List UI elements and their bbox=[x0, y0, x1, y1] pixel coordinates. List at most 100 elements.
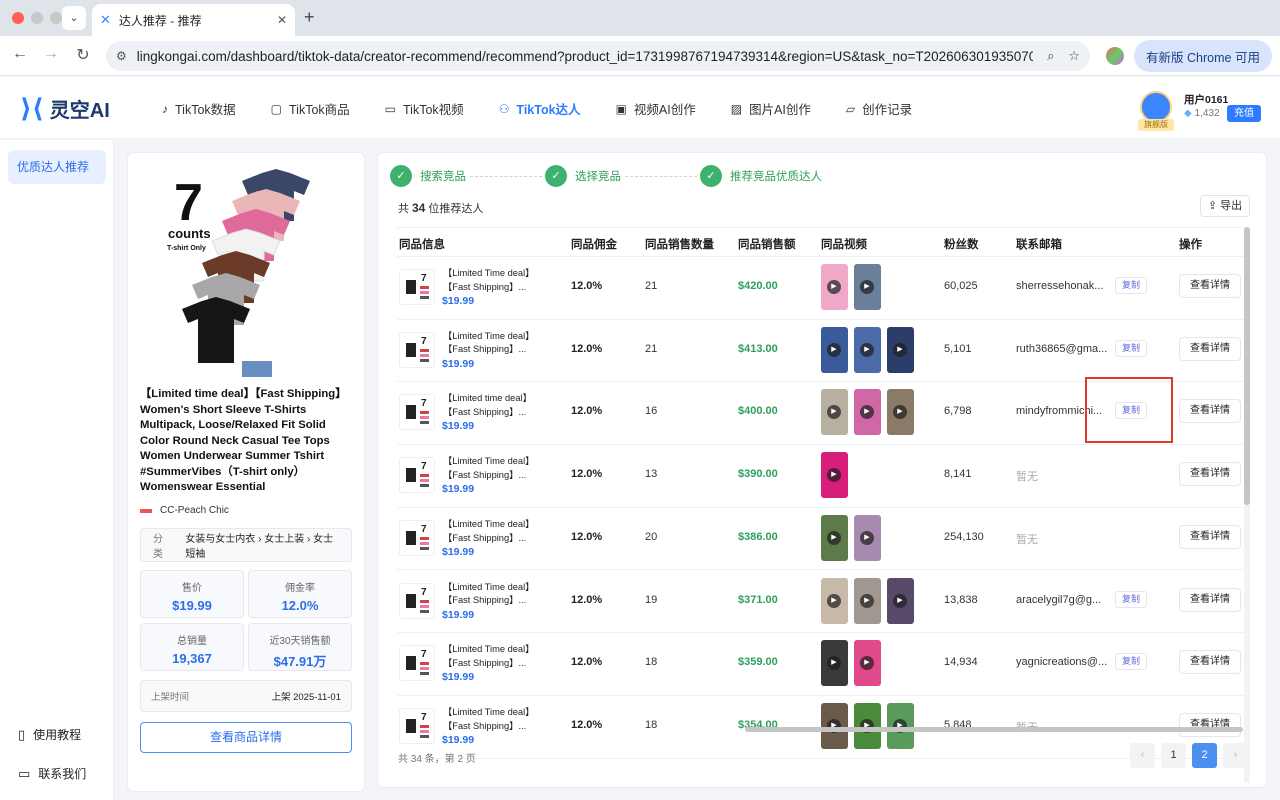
view-detail-button[interactable]: 查看详情 bbox=[1179, 524, 1241, 549]
product-thumbnail[interactable]: 7 bbox=[399, 582, 435, 619]
browser-tab[interactable]: ✕ 达人推荐 - 推荐 ✕ bbox=[92, 4, 295, 36]
nav-tiktok-products[interactable]: ▢ TikTok商品 bbox=[271, 99, 350, 118]
sidebar-item-tutorial[interactable]: ▯ 使用教程 bbox=[18, 726, 81, 743]
product-thumbnail[interactable]: 7 bbox=[399, 519, 435, 556]
bookmark-star-icon[interactable]: ☆ bbox=[1068, 48, 1080, 64]
video-thumbnail[interactable]: ▶ bbox=[821, 264, 848, 310]
copy-email-button[interactable]: 复制 bbox=[1115, 277, 1147, 294]
page-1-button[interactable]: 1 bbox=[1161, 743, 1186, 768]
view-detail-button[interactable]: 查看详情 bbox=[1179, 650, 1241, 675]
close-window-button[interactable] bbox=[12, 12, 24, 24]
view-detail-button[interactable]: 查看详情 bbox=[1179, 462, 1241, 487]
view-detail-button[interactable]: 查看详情 bbox=[1179, 587, 1241, 612]
minimize-window-button[interactable] bbox=[31, 12, 43, 24]
video-thumbnail[interactable]: ▶ bbox=[854, 326, 881, 373]
video-thumbnail[interactable]: ▶ bbox=[854, 264, 881, 310]
site-info-icon[interactable]: ⚙ bbox=[116, 49, 127, 63]
video-list: ▶ ▶ ▶ bbox=[821, 702, 920, 749]
view-detail-button[interactable]: 查看详情 bbox=[1179, 274, 1241, 298]
back-icon[interactable]: ← bbox=[9, 45, 31, 63]
video-thumbnail[interactable]: ▶ bbox=[821, 326, 848, 373]
table-row: 7 【Limited Time deal】 【Fast Shipping】...… bbox=[397, 319, 1245, 383]
product-thumbnail[interactable]: 7 bbox=[399, 269, 435, 305]
product-image: 7 counts T-shirt Only bbox=[167, 169, 310, 377]
view-detail-button[interactable]: 查看详情 bbox=[1179, 712, 1241, 737]
copy-email-button[interactable]: 复制 bbox=[1115, 339, 1147, 357]
video-thumbnail[interactable]: ▶ bbox=[854, 577, 881, 624]
scrollbar-thumb[interactable] bbox=[745, 727, 1243, 732]
forward-icon[interactable]: → bbox=[40, 45, 62, 63]
nav-tiktok-data[interactable]: ♪ TikTok数据 bbox=[162, 99, 236, 118]
address-bar[interactable]: ⚙ lingkongai.com/dashboard/tiktok-data/c… bbox=[106, 41, 1090, 71]
close-tab-icon[interactable]: ✕ bbox=[277, 13, 287, 27]
play-icon: ▶ bbox=[860, 342, 874, 357]
logo[interactable]: ⟩⟨ 灵空AI bbox=[20, 93, 110, 124]
nav-tiktok-videos[interactable]: ▭ TikTok视频 bbox=[385, 99, 464, 118]
view-detail-button[interactable]: 查看详情 bbox=[1179, 336, 1241, 361]
view-product-detail-button[interactable]: 查看商品详情 bbox=[140, 722, 352, 753]
video-list: ▶ ▶ ▶ bbox=[821, 326, 920, 373]
vertical-scrollbar[interactable] bbox=[1244, 227, 1250, 783]
tab-search-button[interactable]: ⌄ bbox=[62, 6, 86, 30]
nav-video-ai[interactable]: ▣ 视频AI创作 bbox=[616, 99, 696, 118]
product-name[interactable]: 【Limited time deal】 【Fast Shipping】... bbox=[443, 392, 541, 420]
copy-email-button[interactable]: 复制 bbox=[1115, 590, 1147, 608]
product-name-line2: 【Fast Shipping】... bbox=[443, 657, 527, 668]
nav-tiktok-creators[interactable]: ⚇ TikTok达人 bbox=[499, 99, 581, 118]
reload-icon[interactable]: ↻ bbox=[72, 45, 94, 65]
product-thumbnail[interactable]: 7 bbox=[399, 645, 435, 682]
sidebar-item-creator-recommend[interactable]: 优质达人推荐 bbox=[8, 150, 106, 184]
profile-avatar[interactable] bbox=[1106, 47, 1124, 65]
product-thumbnail[interactable]: 7 bbox=[399, 394, 435, 431]
commission-value: 12.0% bbox=[571, 656, 603, 669]
product-thumbnail[interactable]: 7 bbox=[399, 331, 435, 368]
prev-page-button[interactable]: ‹ bbox=[1130, 743, 1155, 768]
video-thumbnail[interactable]: ▶ bbox=[887, 389, 914, 436]
video-thumbnail[interactable]: ▶ bbox=[821, 514, 848, 561]
video-thumbnail[interactable]: ▶ bbox=[821, 702, 848, 749]
shop-name[interactable]: CC-Peach Chic bbox=[140, 505, 229, 516]
user-avatar[interactable]: 旗舰版 bbox=[1138, 91, 1174, 131]
new-tab-button[interactable]: + bbox=[304, 7, 315, 28]
nav-image-ai[interactable]: ▨ 图片AI创作 bbox=[731, 99, 811, 118]
page-2-button[interactable]: 2 bbox=[1192, 743, 1217, 768]
video-thumbnail[interactable]: ▶ bbox=[887, 702, 914, 749]
video-thumbnail[interactable]: ▶ bbox=[821, 389, 848, 436]
url-text[interactable]: lingkongai.com/dashboard/tiktok-data/cre… bbox=[137, 49, 1033, 64]
product-name[interactable]: 【Limited Time deal】 【Fast Shipping】... bbox=[443, 643, 541, 671]
highlight-box bbox=[1085, 377, 1173, 443]
export-button[interactable]: ⇪ 导出 bbox=[1200, 195, 1250, 217]
scrollbar-thumb[interactable] bbox=[1244, 227, 1250, 505]
video-thumbnail[interactable]: ▶ bbox=[821, 452, 848, 499]
next-page-button[interactable]: › bbox=[1223, 743, 1248, 768]
video-thumbnail[interactable]: ▶ bbox=[821, 640, 848, 687]
sidebar-item-label: 使用教程 bbox=[33, 728, 82, 742]
maximize-window-button[interactable] bbox=[50, 12, 62, 24]
zoom-icon[interactable]: ⌕ bbox=[1047, 48, 1054, 64]
chevron-down-icon: ⌄ bbox=[69, 12, 79, 24]
video-thumbnail[interactable]: ▶ bbox=[854, 702, 881, 749]
copy-email-button[interactable]: 复制 bbox=[1115, 653, 1147, 671]
product-thumbnail[interactable]: 7 bbox=[399, 457, 435, 494]
product-name[interactable]: 【Limited Time deal】 【Fast Shipping】... bbox=[443, 455, 541, 483]
video-thumbnail[interactable]: ▶ bbox=[821, 577, 848, 624]
sidebar-item-contact[interactable]: ▭ 联系我们 bbox=[18, 765, 86, 782]
user-points: ◆ 1,432 bbox=[1184, 108, 1220, 119]
product-name[interactable]: 【Limited Time deal】 【Fast Shipping】... bbox=[443, 330, 541, 358]
video-thumbnail[interactable]: ▶ bbox=[854, 389, 881, 436]
horizontal-scrollbar[interactable] bbox=[397, 727, 1245, 732]
video-thumbnail[interactable]: ▶ bbox=[854, 640, 881, 687]
chrome-update-button[interactable]: 有新版 Chrome 可用 bbox=[1134, 40, 1272, 72]
product-name[interactable]: 【Limited Time deal】 【Fast Shipping】... bbox=[443, 581, 541, 609]
category-label: 分类 bbox=[153, 534, 163, 560]
product-thumbnail[interactable]: 7 bbox=[399, 707, 435, 744]
video-thumbnail[interactable]: ▶ bbox=[887, 577, 914, 624]
recharge-button[interactable]: 充值 bbox=[1227, 105, 1261, 122]
product-price: $19.99 bbox=[442, 671, 475, 684]
nav-creation-history[interactable]: ▱ 创作记录 bbox=[846, 99, 912, 118]
product-name[interactable]: 【Limited Time deal】 【Fast Shipping】... bbox=[443, 267, 541, 295]
video-thumbnail[interactable]: ▶ bbox=[854, 514, 881, 561]
view-detail-button[interactable]: 查看详情 bbox=[1179, 399, 1241, 424]
product-name[interactable]: 【Limited Time deal】 【Fast Shipping】... bbox=[443, 518, 541, 546]
video-thumbnail[interactable]: ▶ bbox=[887, 326, 914, 373]
